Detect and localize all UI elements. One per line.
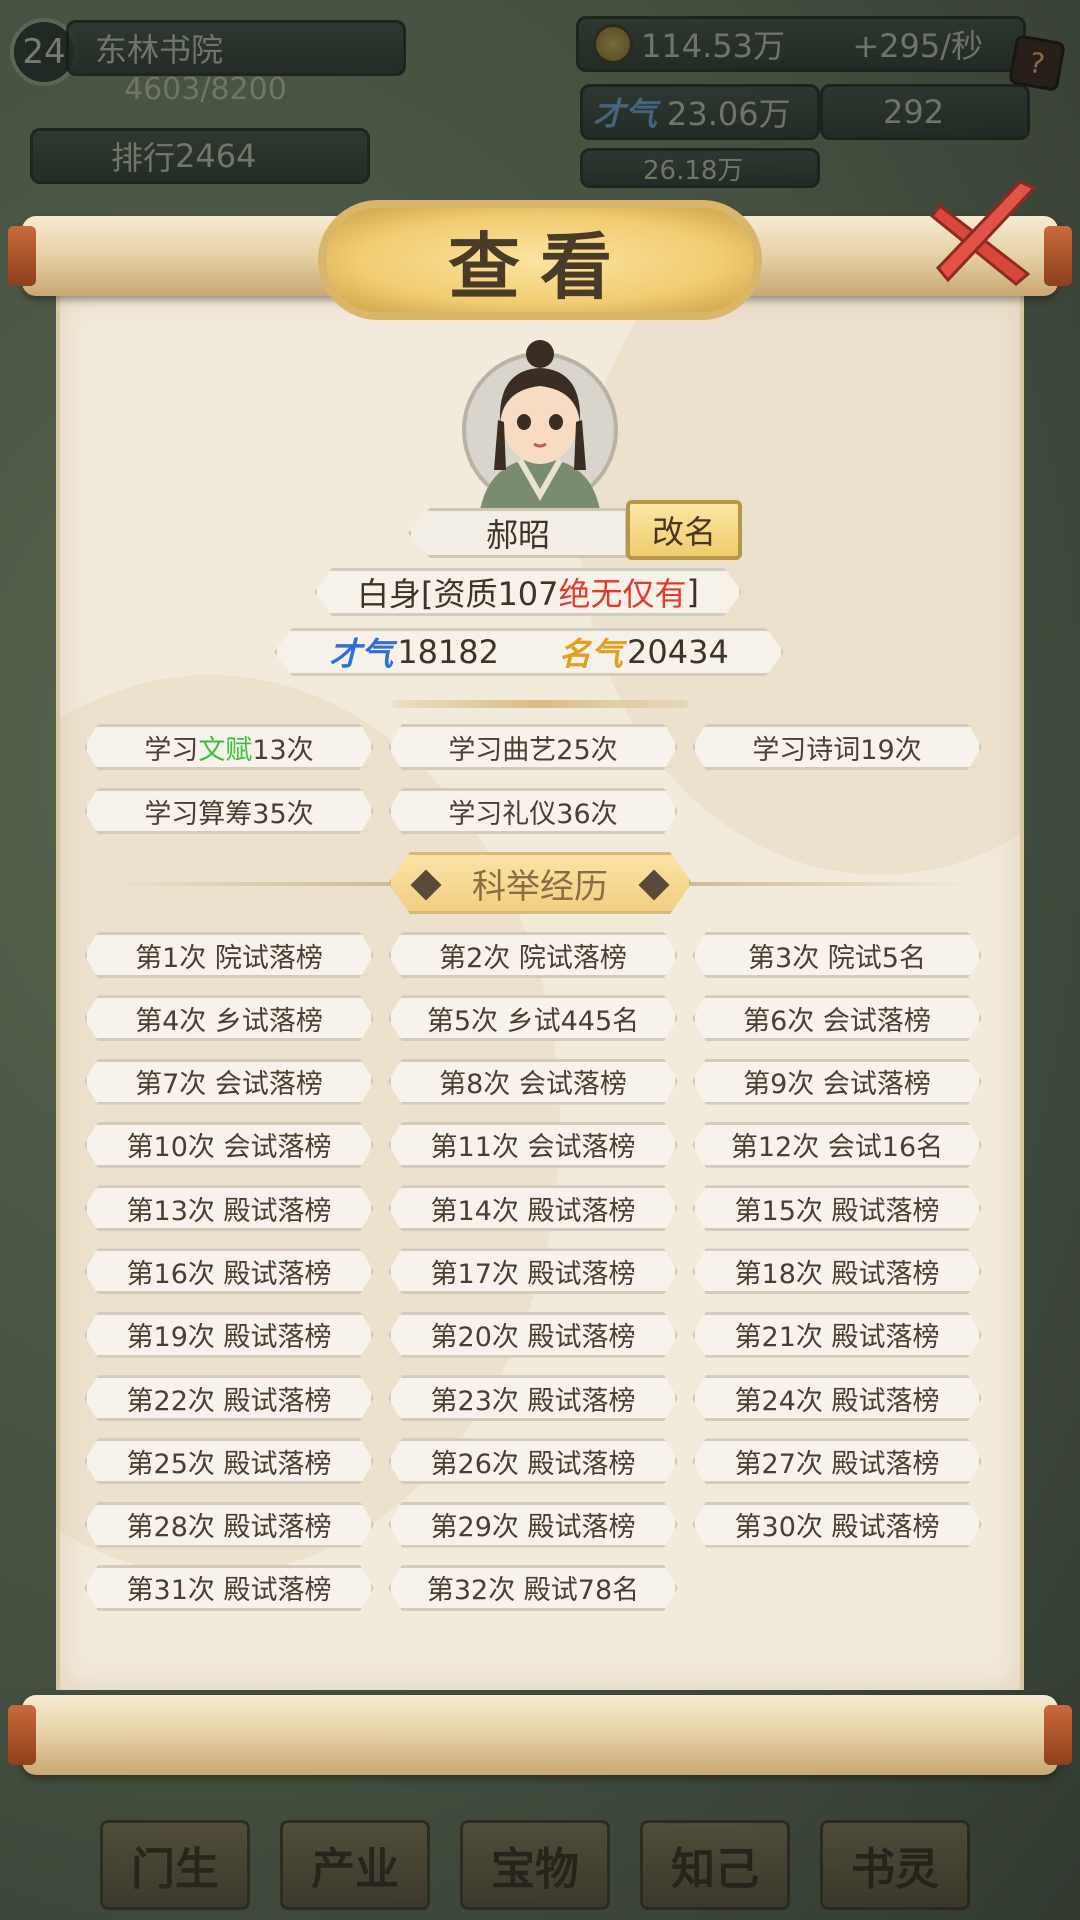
study-item: 学习 文赋 13次	[84, 724, 374, 770]
exam-record: 第25次 殿试落榜	[84, 1438, 374, 1484]
exam-record: 第15次 殿试落榜	[692, 1185, 982, 1231]
exam-history-title: 科举经历	[472, 866, 608, 907]
exam-record: 第23次 殿试落榜	[388, 1375, 678, 1421]
study-text: 13次	[252, 734, 314, 766]
dialog-title: 查看	[318, 200, 762, 320]
section-line-right	[690, 882, 970, 886]
exam-record: 第17次 殿试落榜	[388, 1248, 678, 1294]
study-item: 学习诗词19次	[692, 724, 982, 770]
student-name: 郝昭	[408, 508, 628, 558]
status-prefix: 白身[资质107	[356, 575, 559, 613]
exam-record: 第13次 殿试落榜	[84, 1185, 374, 1231]
exam-record: 第27次 殿试落榜	[692, 1438, 982, 1484]
exam-record: 第16次 殿试落榜	[84, 1248, 374, 1294]
study-grid: 学习 文赋 13次 学习曲艺25次 学习诗词19次 学习算筹35次 学习礼仪36次	[84, 724, 996, 834]
rename-button[interactable]: 改名	[626, 500, 742, 560]
exam-record: 第6次 会试落榜	[692, 995, 982, 1041]
diamond-icon	[638, 869, 669, 900]
exam-record: 第26次 殿试落榜	[388, 1438, 678, 1484]
section-line-left	[110, 882, 390, 886]
exam-record: 第7次 会试落榜	[84, 1059, 374, 1105]
study-item: 学习礼仪36次	[388, 788, 678, 834]
exam-record: 第22次 殿试落榜	[84, 1375, 374, 1421]
status-line: 白身[资质107 绝无仅有 ]	[314, 568, 742, 616]
exam-grid: 第1次 院试落榜 第2次 院试落榜 第3次 院试5名第4次 乡试落榜 第5次 乡试44…	[84, 932, 996, 1611]
exam-record: 第9次 会试落榜	[692, 1059, 982, 1105]
close-button[interactable]	[928, 176, 1046, 294]
scroll-bottom-rod	[8, 1695, 1072, 1775]
talent-icon: 才气	[329, 635, 394, 673]
status-suffix: ]	[686, 573, 700, 611]
aptitude-quality: 绝无仅有	[558, 575, 687, 613]
exam-record: 第28次 殿试落榜	[84, 1502, 374, 1548]
exam-record: 第19次 殿试落榜	[84, 1312, 374, 1358]
close-icon	[929, 180, 1037, 286]
avatar	[462, 340, 618, 510]
exam-record: 第31次 殿试落榜	[84, 1565, 374, 1611]
exam-record: 第8次 会试落榜	[388, 1059, 678, 1105]
stats-line: 才气 18182 名气 20434	[274, 628, 784, 676]
exam-record: 第21次 殿试落榜	[692, 1312, 982, 1358]
exam-record: 第11次 会试落榜	[388, 1122, 678, 1168]
exam-record: 第14次 殿试落榜	[388, 1185, 678, 1231]
exam-record: 第1次 院试落榜	[84, 932, 374, 978]
exam-record: 第30次 殿试落榜	[692, 1502, 982, 1548]
exam-record: 第3次 院试5名	[692, 932, 982, 978]
exam-record: 第32次 殿试78名	[388, 1565, 678, 1611]
exam-record: 第18次 殿试落榜	[692, 1248, 982, 1294]
diamond-icon	[410, 869, 441, 900]
exam-record: 第29次 殿试落榜	[388, 1502, 678, 1548]
fame-value: 20434	[627, 633, 729, 671]
exam-record: 第5次 乡试445名	[388, 995, 678, 1041]
talent-value: 18182	[397, 633, 499, 671]
divider	[392, 700, 688, 708]
study-highlight: 文赋	[198, 734, 253, 766]
exam-record: 第2次 院试落榜	[388, 932, 678, 978]
fame-icon: 名气	[559, 635, 624, 673]
study-item: 学习算筹35次	[84, 788, 374, 834]
exam-record: 第10次 会试落榜	[84, 1122, 374, 1168]
exam-history-header: 科举经历	[388, 852, 692, 914]
exam-record: 第4次 乡试落榜	[84, 995, 374, 1041]
exam-record: 第12次 会试16名	[692, 1122, 982, 1168]
exam-record: 第20次 殿试落榜	[388, 1312, 678, 1358]
study-item: 学习曲艺25次	[388, 724, 678, 770]
study-text: 学习	[144, 734, 199, 766]
exam-record: 第24次 殿试落榜	[692, 1375, 982, 1421]
